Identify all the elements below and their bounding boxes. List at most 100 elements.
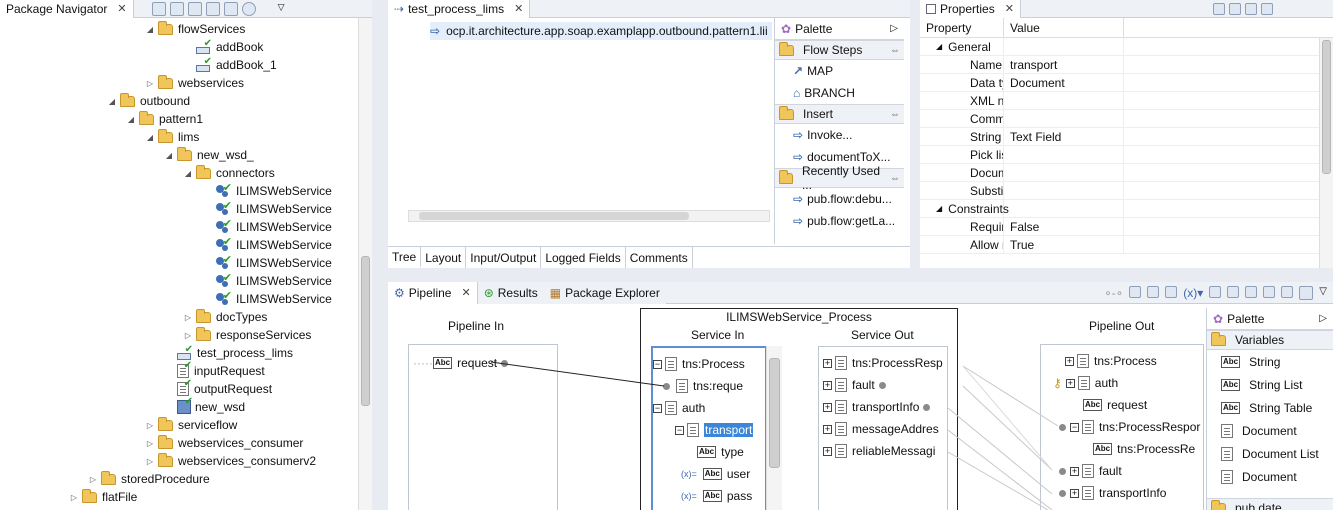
tree-item[interactable]: ▷ webservices_consumerv2 [144,452,316,470]
expand-toggle-icon[interactable]: ◢ [163,151,175,160]
section-collapse-icon[interactable]: ⇔ [890,45,900,56]
variable-type-item[interactable]: Abc String [1207,350,1333,373]
expand-icon[interactable]: + [823,446,832,456]
tree-item[interactable]: ILIMSWebService [201,289,332,308]
transform-icon[interactable] [1147,285,1160,298]
property-row[interactable]: String dText Field [920,128,1333,146]
layout-icon[interactable] [1281,285,1294,298]
expand-icon[interactable] [1299,285,1314,300]
sort-az-icon[interactable] [223,1,238,16]
property-value[interactable] [1004,182,1124,199]
property-group-row[interactable]: ◢ Constraints [920,200,1333,218]
tree-item[interactable]: ILIMSWebService [201,253,332,272]
palette-section[interactable]: Insert ⇔ [775,104,904,124]
palette-section[interactable]: Flow Steps ⇔ [775,40,904,60]
property-group-row[interactable]: ◢ General [920,38,1333,56]
variable-type-item[interactable]: Document List [1207,442,1333,465]
link-handle-icon[interactable] [1059,489,1066,497]
close-icon[interactable]: ✕ [1005,2,1014,15]
property-value[interactable] [1004,146,1124,163]
tab-package-navigator[interactable]: Package Navigator ✕ [0,0,134,18]
variable-icon[interactable]: (x)▾ [1183,286,1203,300]
expand-icon[interactable]: + [823,402,832,412]
link-editor-icon[interactable] [169,1,184,16]
tree-item[interactable]: ▷ responseServices [182,326,311,344]
expand-toggle-icon[interactable]: ▷ [144,439,156,448]
link-handle-icon[interactable] [923,403,931,411]
service-out-item[interactable]: + messageAddres [823,419,939,439]
service-out-item[interactable]: + transportInfo [823,397,931,417]
pipeline-out-item[interactable]: − tns:ProcessRespor [1059,417,1200,437]
close-icon[interactable]: ✕ [514,2,523,15]
property-value[interactable] [1004,200,1124,217]
property-row[interactable]: XML na [920,92,1333,110]
close-icon[interactable]: ✕ [461,286,470,299]
expand-toggle-icon[interactable]: ◢ [144,133,156,142]
variable-type-item[interactable]: Document [1207,419,1333,442]
filter-icon[interactable] [187,1,202,16]
palette-section[interactable]: Recently Used ... ⇔ [775,164,904,192]
expand-icon[interactable]: + [823,380,832,390]
service-in-scrollbar[interactable] [766,346,782,510]
expand-toggle-icon[interactable]: ▷ [87,475,99,484]
link-handle-icon[interactable] [501,359,509,367]
tree-item[interactable]: addBook [182,38,263,56]
service-out-item[interactable]: + tns:ProcessResp [823,353,943,373]
tree-item[interactable]: ▷ webservices_consumer [144,434,303,452]
palette-item[interactable]: ↗ MAP [775,60,904,82]
property-value[interactable] [1004,38,1124,55]
collapse-all-icon[interactable] [151,1,166,16]
tree-item[interactable]: inputRequest [163,360,265,380]
delete-icon[interactable] [1165,285,1178,298]
show-categories-icon[interactable] [1229,2,1241,15]
tree-item[interactable]: ◢ lims [144,128,199,146]
service-in-process[interactable]: − tns:Process [653,354,745,374]
pipeline-in-request[interactable]: ····· Abc request [413,353,509,373]
property-row[interactable]: Name transport [920,56,1333,74]
expand-icon[interactable]: − [1070,422,1079,432]
pipeline-out-item[interactable]: + transportInfo [1059,483,1166,503]
property-value[interactable] [1004,164,1124,181]
link-icon[interactable]: ∘-∘ [1104,286,1123,300]
service-in-request[interactable]: tns:reque [663,376,743,396]
tree-item[interactable]: ILIMSWebService [201,217,332,236]
pipeline-out-item[interactable]: Abc request [1083,395,1147,415]
expand-toggle-icon[interactable]: ◢ [936,42,942,51]
expand-icon[interactable]: + [1070,488,1079,498]
tree-item[interactable]: ◢ connectors [182,164,275,182]
variable-type-item[interactable]: Abc String Table [1207,396,1333,419]
tree-item[interactable]: ◢ new_wsd_ [163,146,254,164]
property-row[interactable]: Allow nTrue [920,236,1333,254]
service-out-item[interactable]: + reliableMessagi [823,441,935,461]
link-handle-icon[interactable] [1059,467,1066,475]
editor-bottom-tab[interactable]: Logged Fields [541,247,626,268]
tree-item[interactable]: new_wsd [163,396,245,416]
expand-toggle-icon[interactable]: ▷ [144,79,156,88]
tab-properties[interactable]: Properties ✕ [920,0,1021,18]
palette-item[interactable]: ⇨ pub.flow:debu... [775,188,904,210]
view-menu-icon[interactable]: ▽ [278,2,285,16]
service-in-user[interactable]: (x)= Abc user [681,464,750,484]
property-row[interactable]: Comme [920,110,1333,128]
tree-item[interactable]: ▷ webservices [144,74,244,92]
tree-item[interactable]: outputRequest [163,378,272,398]
expand-toggle-icon[interactable]: ▷ [144,457,156,466]
pipeline-out-item[interactable]: + tns:Process [1065,351,1157,371]
property-value[interactable]: Document [1004,74,1124,91]
expand-toggle-icon[interactable]: ◢ [106,97,118,106]
editor-bottom-tab[interactable]: Input/Output [466,247,542,268]
pipeline-out-item[interactable]: ⚷ + auth [1053,373,1118,393]
map-icon[interactable] [1129,285,1142,298]
minimize-icon[interactable]: ▽ [1319,286,1327,300]
expand-toggle-icon[interactable]: ◢ [182,169,194,178]
pub-date-section[interactable]: pub.date [1207,498,1333,510]
property-row[interactable]: Pick list [920,146,1333,164]
variable-type-item[interactable]: Abc String List [1207,373,1333,396]
filter-icon[interactable] [1245,2,1257,15]
tree-item[interactable]: ILIMSWebService [201,181,332,200]
section-collapse-icon[interactable]: ⇔ [890,173,900,184]
link-handle-icon[interactable] [878,381,886,389]
horizontal-scroll-thumb[interactable] [419,212,689,220]
collapse-icon[interactable]: − [653,403,662,413]
expand-toggle-icon[interactable]: ◢ [144,25,156,34]
